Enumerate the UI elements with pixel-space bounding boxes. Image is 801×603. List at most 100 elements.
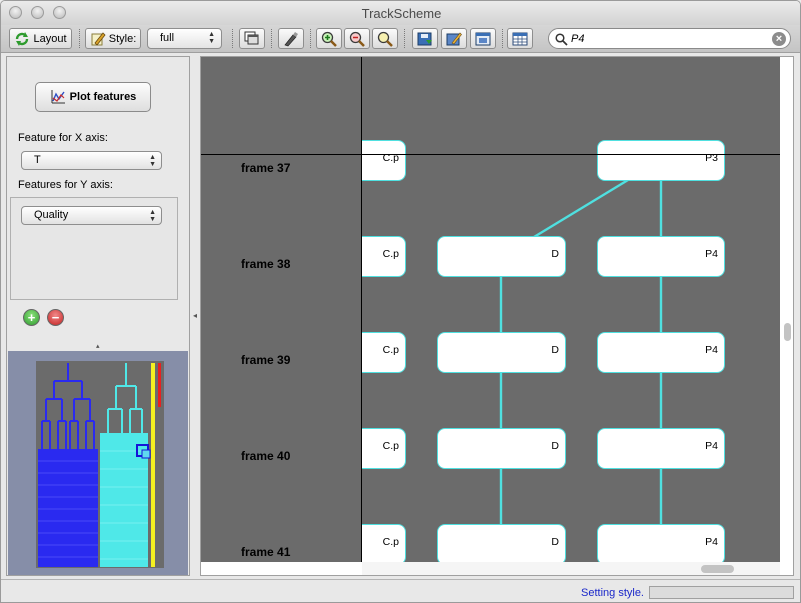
spot-node[interactable]: C.p bbox=[362, 140, 406, 181]
toolbar: Layout Style: full ▲ ▼ P4 × bbox=[1, 25, 800, 53]
image-edit-icon bbox=[446, 32, 462, 45]
add-y-feature-button[interactable]: + bbox=[23, 309, 40, 326]
spot-node[interactable]: P3 bbox=[597, 140, 725, 181]
spot-node-label: C.p bbox=[382, 440, 399, 452]
minus-icon: − bbox=[51, 310, 60, 325]
search-input[interactable] bbox=[571, 31, 771, 46]
frame-label: frame 38 bbox=[241, 257, 291, 271]
spot-node[interactable]: C.p bbox=[362, 428, 406, 469]
spot-node[interactable]: D bbox=[437, 428, 566, 469]
vertical-scrollbar-thumb[interactable] bbox=[784, 323, 791, 341]
spot-node-label: D bbox=[551, 536, 559, 548]
header-divider bbox=[201, 154, 780, 155]
plot-features-label: Plot features bbox=[69, 91, 137, 103]
zoom-in-button[interactable] bbox=[316, 28, 342, 49]
spot-node[interactable]: C.p bbox=[362, 524, 406, 562]
stacked-windows-icon bbox=[244, 31, 259, 44]
column-divider bbox=[361, 57, 362, 562]
link-tool-button[interactable] bbox=[278, 28, 304, 49]
zoom-out-icon bbox=[349, 31, 365, 47]
trackscheme-graph[interactable]: C.p P3 C.p D P4 C.p D P4 C.p D P4 C.p D … bbox=[200, 56, 794, 576]
plus-icon: + bbox=[27, 310, 36, 325]
graph-edges bbox=[499, 178, 663, 525]
frame-column bbox=[201, 57, 362, 562]
splitter-handle-icon[interactable]: ▴ bbox=[96, 342, 100, 350]
vertical-scrollbar[interactable] bbox=[780, 57, 793, 562]
layout-button[interactable]: Layout bbox=[9, 28, 72, 49]
spot-node-label: C.p bbox=[382, 344, 399, 356]
toolbar-separator bbox=[404, 29, 405, 48]
spot-node-label: D bbox=[551, 440, 559, 452]
spot-node[interactable]: P4 bbox=[597, 236, 725, 277]
plot-features-button[interactable]: Plot features bbox=[35, 82, 151, 112]
capture-button[interactable] bbox=[470, 28, 496, 49]
toolbar-separator bbox=[271, 29, 272, 48]
remove-y-feature-button[interactable]: − bbox=[47, 309, 64, 326]
x-axis-label: Feature for X axis: bbox=[18, 132, 108, 144]
style-button[interactable]: Style: bbox=[85, 28, 141, 49]
frame-label: frame 37 bbox=[241, 161, 291, 175]
style-button-label: Style: bbox=[108, 32, 137, 45]
save-disk-icon bbox=[417, 32, 432, 45]
brush-icon bbox=[284, 31, 298, 46]
y-axis-feature-value: Quality bbox=[34, 209, 69, 221]
style-pencil-icon bbox=[91, 31, 106, 46]
export-image-button[interactable] bbox=[441, 28, 467, 49]
spot-node-label: C.p bbox=[382, 536, 399, 548]
style-select[interactable]: full ▲ ▼ bbox=[147, 28, 222, 49]
spot-node-label: P4 bbox=[705, 440, 718, 452]
frame-label: frame 41 bbox=[241, 545, 291, 559]
spot-node[interactable]: P4 bbox=[597, 524, 725, 562]
feature-plot-panel: Plot features Feature for X axis: T ▲ ▼ F… bbox=[6, 56, 190, 576]
status-bar: Setting style. bbox=[1, 579, 800, 602]
graph-overview[interactable] bbox=[8, 351, 188, 575]
window-capture-icon bbox=[475, 32, 491, 45]
zoom-reset-button[interactable] bbox=[372, 28, 398, 49]
search-box: × bbox=[548, 28, 791, 49]
magnifier-icon bbox=[377, 31, 393, 47]
trackscheme-window: TrackScheme Layout Style: full ▲ ▼ P4 × … bbox=[0, 0, 801, 603]
chart-icon bbox=[51, 90, 65, 104]
spot-node-label: P4 bbox=[705, 344, 718, 356]
y-axis-feature-select[interactable]: Quality ▲ ▼ bbox=[21, 206, 162, 225]
refresh-icon bbox=[16, 31, 29, 46]
spot-node-label: P4 bbox=[705, 536, 718, 548]
spot-node[interactable]: P4 bbox=[597, 428, 725, 469]
display-decorations-button[interactable] bbox=[239, 28, 265, 49]
status-text: Setting style. bbox=[581, 587, 644, 599]
vertical-splitter-icon[interactable]: ◂ bbox=[193, 311, 197, 320]
updown-arrows-icon: ▲ ▼ bbox=[208, 31, 215, 45]
zoom-in-icon bbox=[321, 31, 337, 47]
window-title: TrackScheme bbox=[361, 6, 442, 21]
frame-label: frame 40 bbox=[241, 449, 291, 463]
overview-minimap bbox=[36, 361, 164, 568]
toolbar-separator bbox=[79, 29, 80, 48]
y-axis-label: Features for Y axis: bbox=[18, 179, 113, 191]
spot-node[interactable]: D bbox=[437, 236, 566, 277]
spot-node[interactable]: P4 bbox=[597, 332, 725, 373]
spot-node[interactable]: D bbox=[437, 332, 566, 373]
spot-node-label: D bbox=[551, 344, 559, 356]
style-select-value: full bbox=[160, 32, 175, 44]
clear-search-icon[interactable]: × bbox=[772, 32, 786, 46]
updown-arrows-icon: ▲ ▼ bbox=[149, 154, 156, 168]
table-view-button[interactable] bbox=[507, 28, 533, 49]
frame-label: frame 39 bbox=[241, 353, 291, 367]
spot-node-label: P4 bbox=[705, 248, 718, 260]
toolbar-separator bbox=[232, 29, 233, 48]
search-icon bbox=[555, 33, 568, 46]
x-axis-feature-select[interactable]: T ▲ ▼ bbox=[21, 151, 162, 170]
spot-node-label: C.p bbox=[382, 248, 399, 260]
edge[interactable] bbox=[533, 178, 629, 239]
updown-arrows-icon: ▲ ▼ bbox=[149, 209, 156, 223]
table-icon bbox=[512, 32, 528, 45]
horizontal-scrollbar-thumb[interactable] bbox=[701, 565, 734, 573]
save-button[interactable] bbox=[412, 28, 438, 49]
y-axis-features-list: Quality ▲ ▼ bbox=[10, 197, 178, 300]
spot-node[interactable]: C.p bbox=[362, 236, 406, 277]
spot-node[interactable]: C.p bbox=[362, 332, 406, 373]
spot-node[interactable]: D bbox=[437, 524, 566, 562]
spot-node-label: D bbox=[551, 248, 559, 260]
graph-canvas[interactable]: C.p P3 C.p D P4 C.p D P4 C.p D P4 C.p D … bbox=[362, 57, 780, 562]
zoom-out-button[interactable] bbox=[344, 28, 370, 49]
